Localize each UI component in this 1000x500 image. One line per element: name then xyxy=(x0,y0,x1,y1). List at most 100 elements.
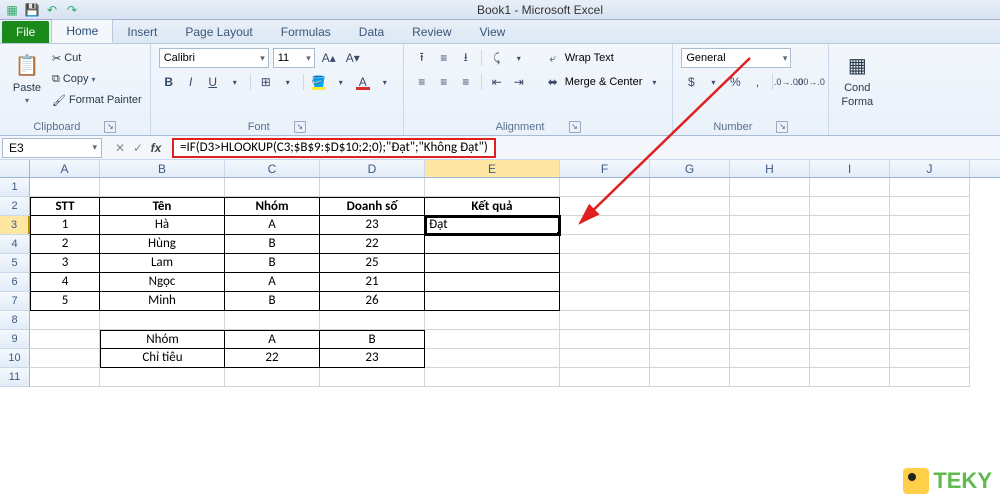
merge-center-button[interactable]: Merge & Center xyxy=(565,72,643,92)
cell-D6[interactable]: 21 xyxy=(320,273,425,292)
cell-E7[interactable] xyxy=(425,292,560,311)
row-3[interactable]: 3 xyxy=(0,216,30,235)
cell-C5[interactable]: B xyxy=(225,254,320,273)
row-9[interactable]: 9 xyxy=(0,330,30,349)
italic-button[interactable]: I xyxy=(181,72,201,92)
redo-icon[interactable]: ↷ xyxy=(64,2,80,18)
underline-button[interactable]: U xyxy=(203,72,223,92)
cell-D5[interactable]: 25 xyxy=(320,254,425,273)
cell-D3[interactable]: 23 xyxy=(320,216,425,235)
grid[interactable]: 1 2 STT Tên Nhóm Doanh số Kết quả 3 1 Hà… xyxy=(0,178,1000,387)
col-F[interactable]: F xyxy=(560,160,650,177)
bold-button[interactable]: B xyxy=(159,72,179,92)
number-launcher[interactable]: ↘ xyxy=(776,121,788,133)
cell-B6[interactable]: Ngọc xyxy=(100,273,225,292)
cell-B5[interactable]: Lam xyxy=(100,254,225,273)
tab-formulas[interactable]: Formulas xyxy=(267,21,345,43)
row-6[interactable]: 6 xyxy=(0,273,30,292)
tab-data[interactable]: Data xyxy=(345,21,398,43)
col-C[interactable]: C xyxy=(225,160,320,177)
row-4[interactable]: 4 xyxy=(0,235,30,254)
font-launcher[interactable]: ↘ xyxy=(294,121,306,133)
paste-button[interactable]: 📋 Paste ▾ xyxy=(8,48,46,107)
number-format-combo[interactable]: General xyxy=(681,48,791,68)
align-middle-icon[interactable]: ≡ xyxy=(434,48,454,68)
cell-C6[interactable]: A xyxy=(225,273,320,292)
col-J[interactable]: J xyxy=(890,160,970,177)
col-D[interactable]: D xyxy=(320,160,425,177)
increase-font-icon[interactable]: A▴ xyxy=(319,48,339,68)
align-center-icon[interactable]: ≡ xyxy=(434,72,454,92)
row-10[interactable]: 10 xyxy=(0,349,30,368)
row-2[interactable]: 2 xyxy=(0,197,30,216)
cell-C3[interactable]: A xyxy=(225,216,320,235)
cell-B4[interactable]: Hùng xyxy=(100,235,225,254)
cell-D4[interactable]: 22 xyxy=(320,235,425,254)
font-color-button[interactable]: A xyxy=(353,72,373,92)
tab-review[interactable]: Review xyxy=(398,21,465,43)
tab-view[interactable]: View xyxy=(466,21,520,43)
comma-icon[interactable]: , xyxy=(747,72,767,92)
tab-file[interactable]: File xyxy=(2,21,49,43)
hdr-doanhso[interactable]: Doanh số xyxy=(320,197,425,216)
col-I[interactable]: I xyxy=(810,160,890,177)
cell-B7[interactable]: Minh xyxy=(100,292,225,311)
align-top-icon[interactable]: ⭱ xyxy=(412,48,432,68)
currency-icon[interactable]: $ xyxy=(681,72,701,92)
decrease-decimal-icon[interactable]: .00→.0 xyxy=(800,72,820,92)
hdr-nhom[interactable]: Nhóm xyxy=(225,197,320,216)
tab-insert[interactable]: Insert xyxy=(113,21,171,43)
col-G[interactable]: G xyxy=(650,160,730,177)
col-E[interactable]: E xyxy=(425,160,560,177)
cell-C10[interactable]: 22 xyxy=(225,349,320,368)
cell-A7[interactable]: 5 xyxy=(30,292,100,311)
cell-D7[interactable]: 26 xyxy=(320,292,425,311)
cell-E4[interactable] xyxy=(425,235,560,254)
hdr-ten[interactable]: Tên xyxy=(100,197,225,216)
row-11[interactable]: 11 xyxy=(0,368,30,387)
tab-home[interactable]: Home xyxy=(51,19,113,43)
indent-increase-icon[interactable]: ⇥ xyxy=(509,72,529,92)
formula-bar[interactable]: =IF(D3>HLOOKUP(C3;$B$9:$D$10;2;0);"Đạt";… xyxy=(172,138,496,158)
row-8[interactable]: 8 xyxy=(0,311,30,330)
indent-decrease-icon[interactable]: ⇤ xyxy=(487,72,507,92)
save-icon[interactable]: 💾 xyxy=(24,2,40,18)
row-1[interactable]: 1 xyxy=(0,178,30,197)
font-family-combo[interactable]: Calibri xyxy=(159,48,269,68)
cell-A6[interactable]: 4 xyxy=(30,273,100,292)
cell-B3[interactable]: Hà xyxy=(100,216,225,235)
conditional-formatting-button[interactable]: ▦ Cond Forma xyxy=(837,48,877,110)
cell-C9[interactable]: A xyxy=(225,330,320,349)
clipboard-launcher[interactable]: ↘ xyxy=(104,121,116,133)
col-B[interactable]: B xyxy=(100,160,225,177)
cell-E3[interactable]: Đạt xyxy=(425,216,560,235)
cell-D9[interactable]: B xyxy=(320,330,425,349)
cell-C7[interactable]: B xyxy=(225,292,320,311)
hdr-ketqua[interactable]: Kết quả xyxy=(425,197,560,216)
border-button[interactable]: ⊞ xyxy=(256,72,276,92)
align-bottom-icon[interactable]: ⭳ xyxy=(456,48,476,68)
hdr-stt[interactable]: STT xyxy=(30,197,100,216)
undo-icon[interactable]: ↶ xyxy=(44,2,60,18)
enter-formula-icon[interactable]: ✓ xyxy=(130,141,146,155)
align-left-icon[interactable]: ≡ xyxy=(412,72,432,92)
fill-color-button[interactable]: 🪣 xyxy=(309,72,329,92)
align-right-icon[interactable]: ≡ xyxy=(456,72,476,92)
cell-B10[interactable]: Chỉ tiêu xyxy=(100,349,225,368)
col-H[interactable]: H xyxy=(730,160,810,177)
fx-icon[interactable]: fx xyxy=(148,141,164,155)
name-box[interactable]: E3 xyxy=(2,138,102,158)
cell-A5[interactable]: 3 xyxy=(30,254,100,273)
alignment-launcher[interactable]: ↘ xyxy=(569,121,581,133)
percent-icon[interactable]: % xyxy=(725,72,745,92)
cell-B9[interactable]: Nhóm xyxy=(100,330,225,349)
decrease-font-icon[interactable]: A▾ xyxy=(343,48,363,68)
format-painter-button[interactable]: 🖌Format Painter xyxy=(52,90,142,110)
cut-button[interactable]: ✂Cut xyxy=(52,48,142,68)
select-all-corner[interactable] xyxy=(0,160,30,177)
cell-E5[interactable] xyxy=(425,254,560,273)
cell-D10[interactable]: 23 xyxy=(320,349,425,368)
orientation-icon[interactable]: ⤹ xyxy=(487,48,507,68)
cell-A4[interactable]: 2 xyxy=(30,235,100,254)
cell-A3[interactable]: 1 xyxy=(30,216,100,235)
